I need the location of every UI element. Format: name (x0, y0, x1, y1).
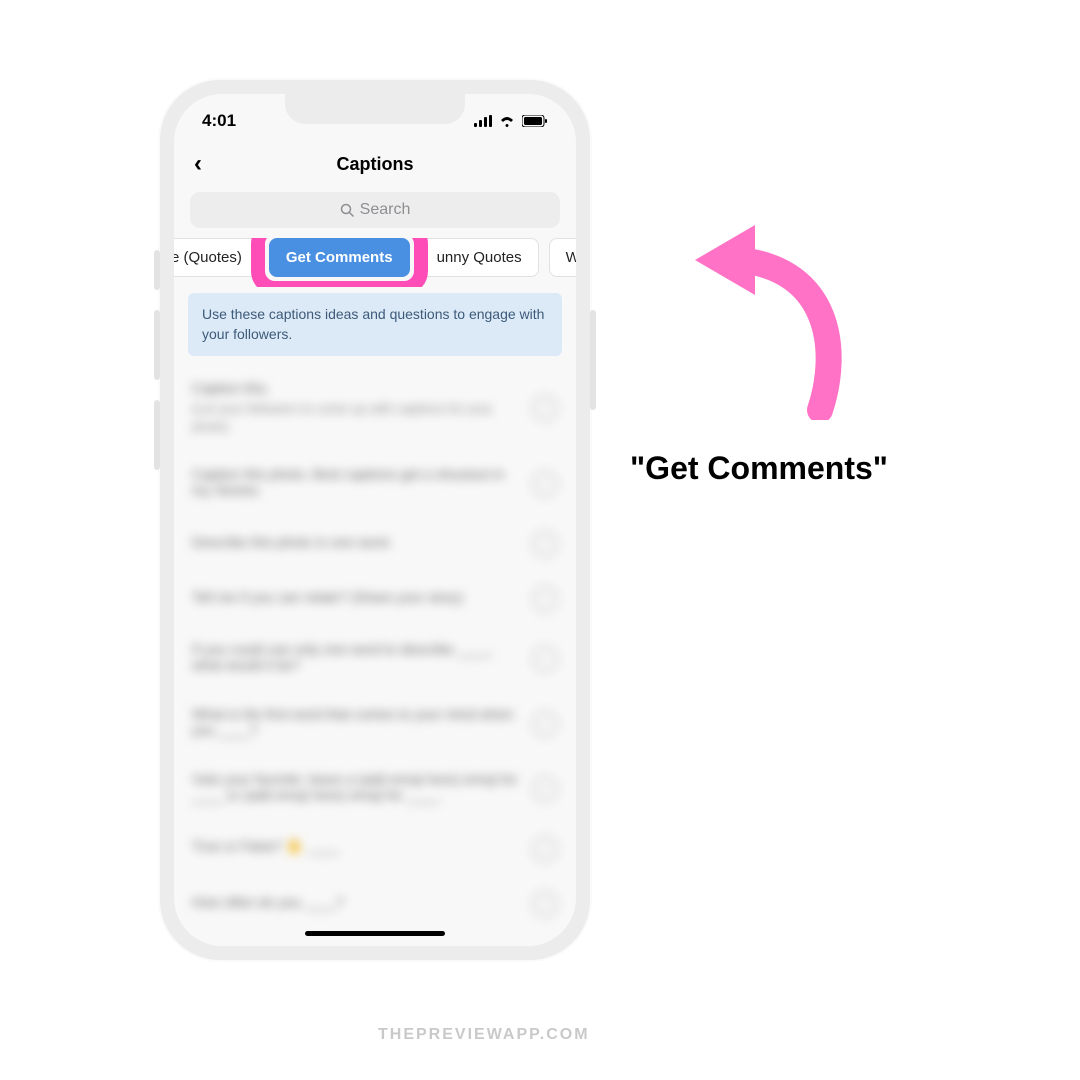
check-icon[interactable] (532, 395, 558, 421)
list-item[interactable]: Caption this.(Let your followers to come… (188, 366, 562, 451)
annotation-label: "Get Comments" (630, 450, 1040, 487)
info-banner: Use these captions ideas and questions t… (188, 293, 562, 356)
list-item[interactable]: Describe this photo in one word. (188, 517, 562, 572)
chip-quotes-partial[interactable]: e (Quotes) (174, 238, 259, 277)
chip-get-comments[interactable]: Get Comments (269, 238, 410, 277)
search-input[interactable]: Search (190, 192, 560, 228)
phone-side-button (154, 250, 160, 290)
list-item[interactable]: What is the first word that comes to you… (188, 692, 562, 757)
phone-frame: 4:01 ‹ Captions Search e (Quotes) Get Co… (160, 80, 590, 960)
annotation: "Get Comments" (640, 210, 1040, 487)
check-icon[interactable] (532, 586, 558, 612)
check-icon[interactable] (532, 531, 558, 557)
phone-side-button (154, 400, 160, 470)
search-icon (340, 203, 354, 217)
list-item[interactable]: Caption this photo. Best captions get a … (188, 452, 562, 517)
phone-side-button (590, 310, 596, 410)
check-icon[interactable] (532, 471, 558, 497)
phone-notch (285, 94, 465, 124)
list-item[interactable]: Tell me if you can relate? (Share your s… (188, 572, 562, 627)
check-icon[interactable] (532, 646, 558, 672)
check-icon[interactable] (532, 711, 558, 737)
phone-screen: 4:01 ‹ Captions Search e (Quotes) Get Co… (174, 94, 576, 946)
category-chips[interactable]: e (Quotes) Get Comments unny Quotes Weir… (174, 238, 576, 287)
signal-icon (474, 115, 492, 127)
list-item[interactable]: True or False? ✋ ____ (188, 822, 562, 877)
chip-funny-quotes-partial[interactable]: unny Quotes (420, 238, 539, 277)
search-placeholder: Search (360, 201, 411, 219)
watermark: THEPREVIEWAPP.COM (378, 1026, 590, 1044)
battery-icon (522, 115, 548, 127)
page-title: Captions (336, 154, 413, 175)
check-icon[interactable] (532, 836, 558, 862)
check-icon[interactable] (532, 891, 558, 917)
arrow-icon (640, 210, 880, 420)
phone-side-button (154, 310, 160, 380)
wifi-icon (498, 115, 516, 127)
list-item[interactable]: If you could use only one word to descri… (188, 627, 562, 692)
chip-weird-partial[interactable]: Weird (549, 238, 576, 277)
captions-list[interactable]: Caption this.(Let your followers to come… (174, 366, 576, 931)
check-icon[interactable] (532, 776, 558, 802)
status-icons (474, 115, 548, 127)
status-time: 4:01 (202, 111, 236, 131)
nav-bar: ‹ Captions (174, 142, 576, 186)
back-button[interactable]: ‹ (194, 150, 202, 178)
home-indicator[interactable] (305, 931, 445, 936)
list-item[interactable]: Vote your favorite: leave a (add emoji h… (188, 757, 562, 822)
list-item[interactable]: How often do you ____? (188, 877, 562, 932)
